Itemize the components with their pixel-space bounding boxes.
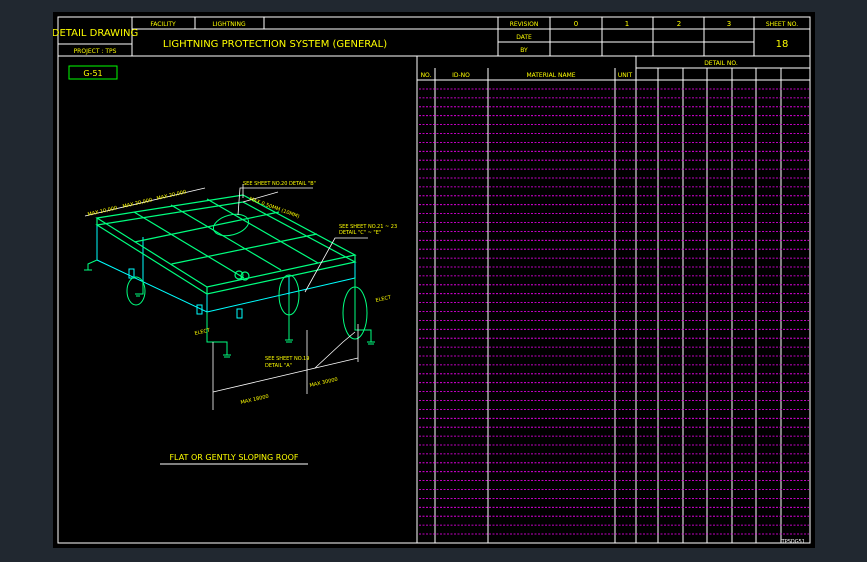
note-bottom-1: SEE SHEET NO.19 [265,356,309,362]
revision-3: 3 [727,20,731,28]
electrode-label-2: ELECT [375,294,393,304]
building-roof [95,194,357,295]
revision-2: 2 [677,20,681,28]
revision-1: 1 [625,20,629,28]
note-right-2: DETAIL "C" ~ "E" [339,230,381,236]
date-label: DATE [516,34,532,41]
by-label: BY [520,47,528,54]
dim-max-2: MAX 20,000 [122,197,153,210]
drawing-sheet: DETAIL DRAWING PROJECT : TPS FACILITY LI… [53,12,815,548]
drawing-code: G-51 [83,69,102,78]
note-top: SEE SHEET NO.20 DETAIL "B" [243,181,316,187]
note-bottom-2: DETAIL "A" [265,363,292,369]
dim-max-1: MAX 10,000 [87,205,118,218]
footer-code: TPSDG51 [781,539,805,545]
col-no-header: NO. [421,72,432,79]
drawing-caption: FLAT OR GENTLY SLOPING ROOF [169,453,298,462]
detail-drawing-label: DETAIL DRAWING [53,28,138,39]
building-drawing: MAX 10,000 MAX 20,000 MAX 20,000 MAX 0.5… [84,181,397,410]
material-table [416,56,810,543]
col-id-header: ID-NO [452,72,470,79]
col-unit-header: UNIT [618,72,633,79]
project-label: PROJECT : TPS [74,48,117,55]
sheet-label: SHEET NO. [766,21,798,28]
revision-0: 0 [574,20,578,28]
sheet-number: 18 [776,39,789,50]
revision-label: REVISION [510,21,539,28]
col-detail-header: DETAIL NO. [704,60,738,67]
dim-max-3: MAX 20,000 [156,189,187,202]
col-material-header: MATERIAL NAME [526,72,575,79]
cad-drawing: DETAIL DRAWING PROJECT : TPS FACILITY LI… [53,16,811,545]
electrode-label-1: ELECT [194,327,212,337]
facility-label: FACILITY [150,21,176,28]
material-table-rows [419,88,809,535]
dim-bottom-2: MAX 30000 [309,377,338,389]
facility-value: LIGHTNING [212,21,246,28]
drawing-title: LIGHTNING PROTECTION SYSTEM (GENERAL) [163,39,387,50]
dim-bottom-1: MAX 18000 [240,394,269,406]
